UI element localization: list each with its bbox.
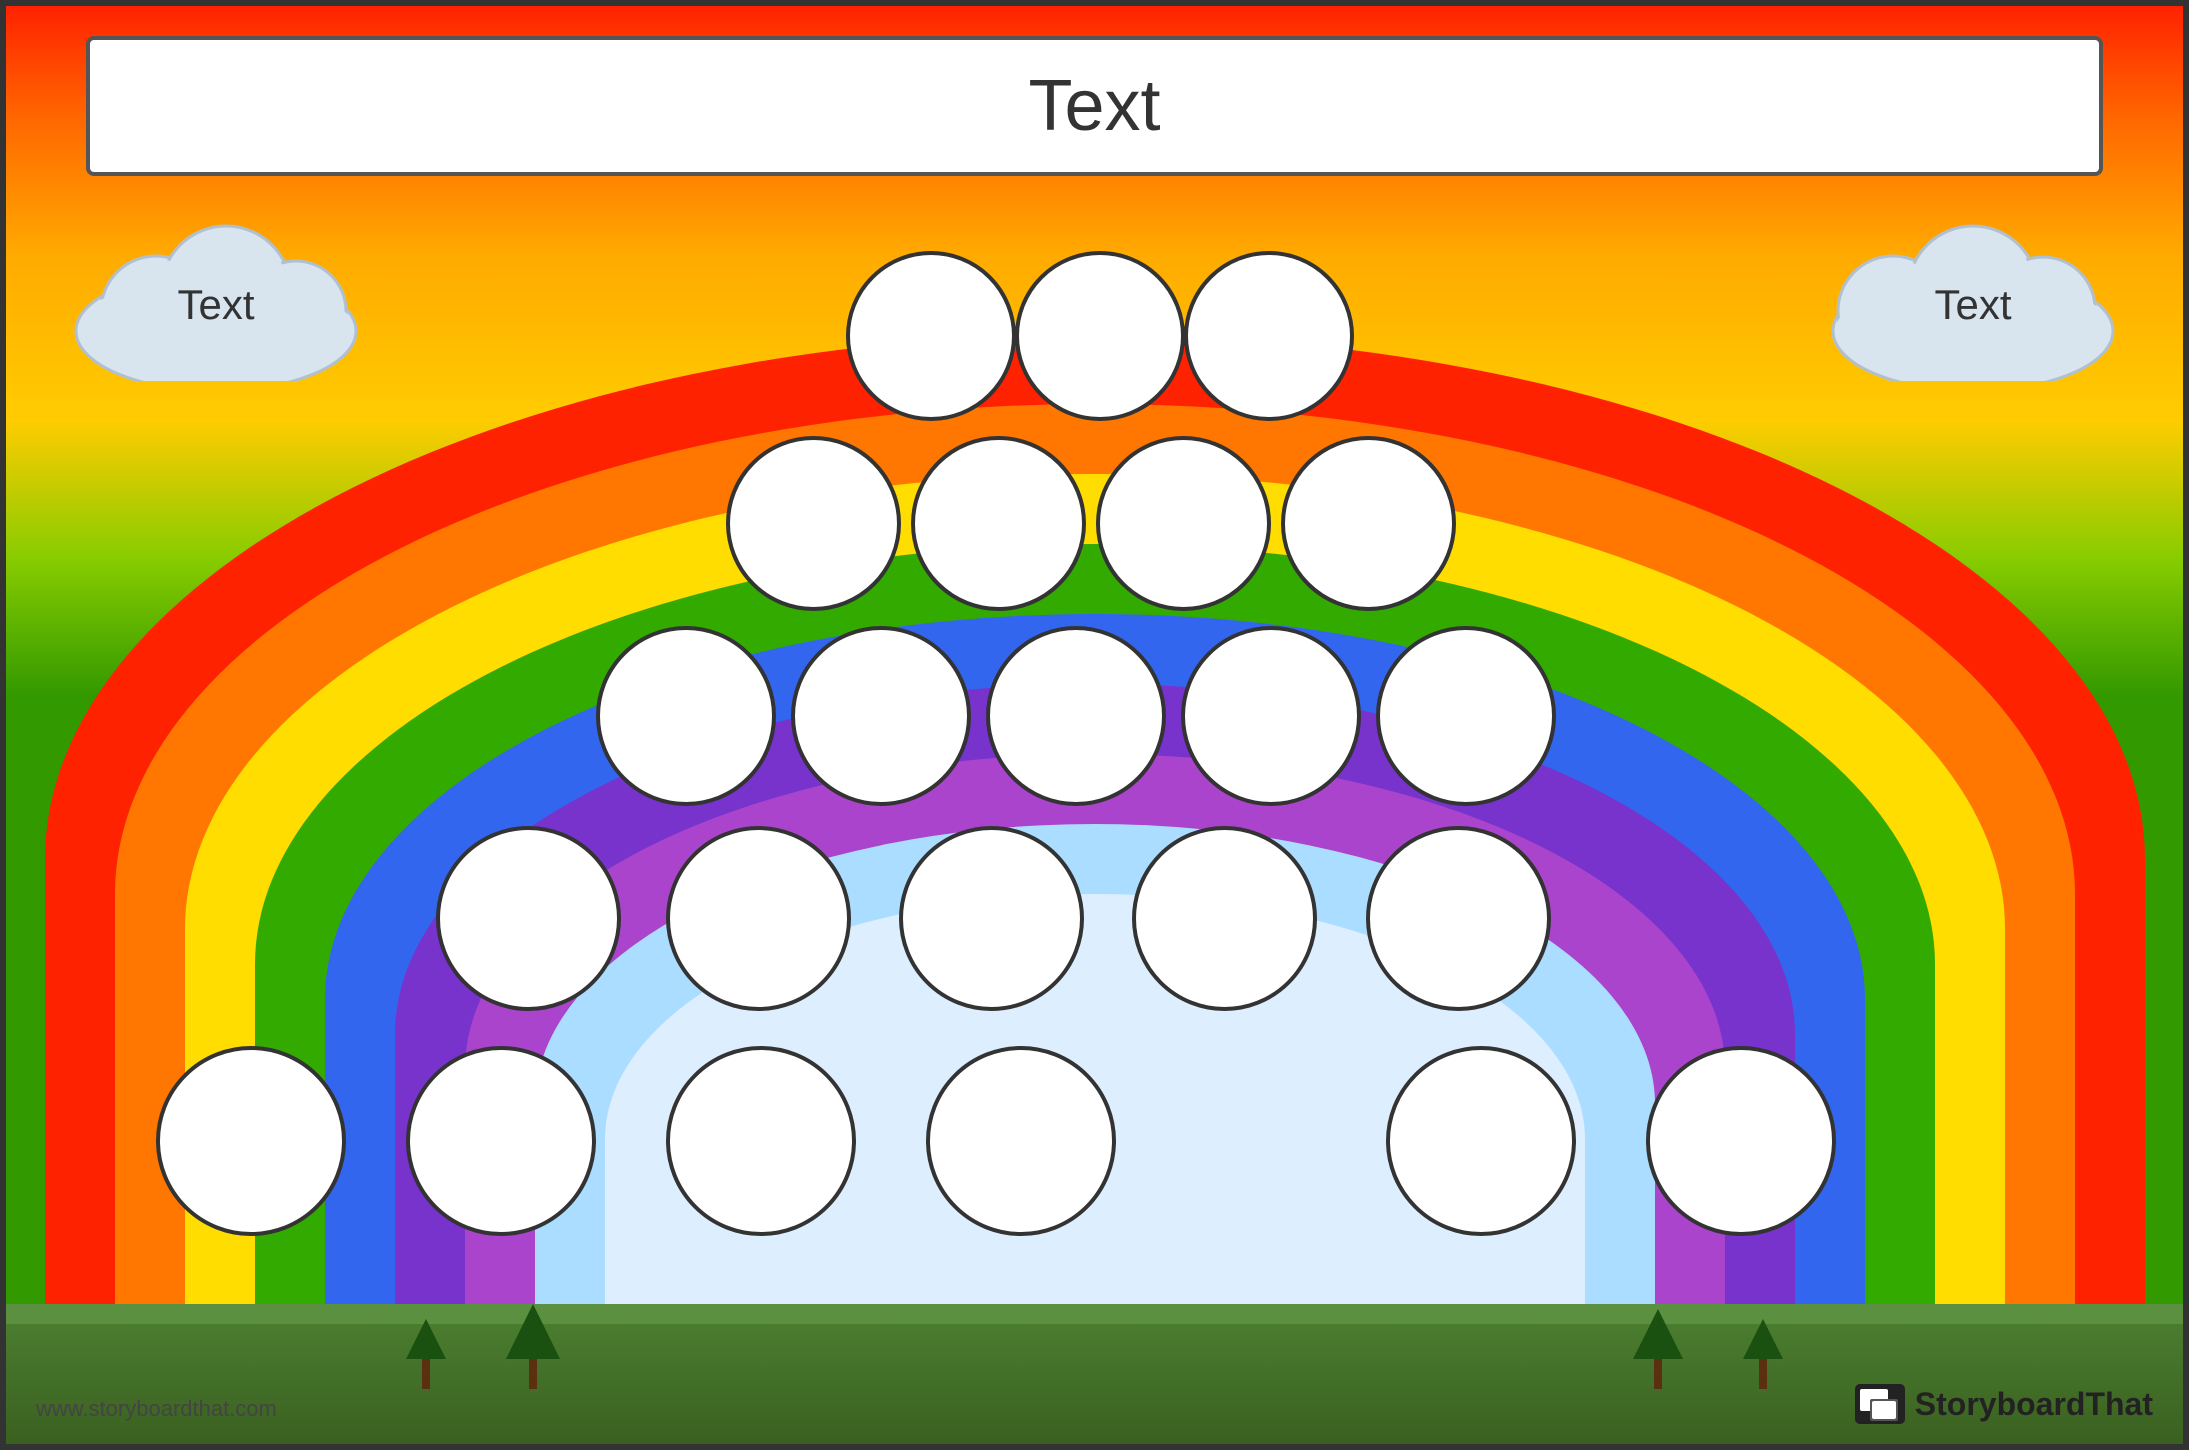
tree-left-1 (406, 1319, 446, 1389)
circle-4-4[interactable] (1132, 826, 1317, 1011)
tree-left-2 (506, 1304, 560, 1389)
branding: StoryboardThat (1855, 1384, 2153, 1424)
circle-5-1[interactable] (156, 1046, 346, 1236)
circle-5-4[interactable] (926, 1046, 1116, 1236)
circle-3-2[interactable] (791, 626, 971, 806)
circle-1-1[interactable] (846, 251, 1016, 421)
cloud-left: Text (56, 201, 376, 386)
tree-right-2 (1633, 1309, 1683, 1389)
circle-5-3[interactable] (666, 1046, 856, 1236)
branding-text: StoryboardThat (1915, 1386, 2153, 1423)
tree-right-1 (1743, 1319, 1783, 1389)
circle-3-4[interactable] (1181, 626, 1361, 806)
circle-5-6[interactable] (1646, 1046, 1836, 1236)
title-box[interactable]: Text (86, 36, 2103, 176)
circle-1-2[interactable] (1015, 251, 1185, 421)
circle-2-2[interactable] (911, 436, 1086, 611)
circle-2-4[interactable] (1281, 436, 1456, 611)
circle-4-2[interactable] (666, 826, 851, 1011)
cloud-left-text: Text (177, 281, 254, 329)
circle-4-5[interactable] (1366, 826, 1551, 1011)
title-text: Text (1028, 65, 1160, 147)
cloud-right: Text (1813, 201, 2133, 386)
circle-4-3[interactable] (899, 826, 1084, 1011)
circle-4-1[interactable] (436, 826, 621, 1011)
storyboard-icon (1855, 1384, 1905, 1424)
circle-2-1[interactable] (726, 436, 901, 611)
circle-3-5[interactable] (1376, 626, 1556, 806)
circle-1-3[interactable] (1184, 251, 1354, 421)
circle-3-3[interactable] (986, 626, 1166, 806)
circle-3-1[interactable] (596, 626, 776, 806)
website-text: www.storyboardthat.com (36, 1396, 277, 1422)
circle-2-3[interactable] (1096, 436, 1271, 611)
circle-5-5[interactable] (1386, 1046, 1576, 1236)
cloud-right-text: Text (1934, 281, 2011, 329)
canvas: Text Text Text (0, 0, 2189, 1450)
circle-5-2[interactable] (406, 1046, 596, 1236)
